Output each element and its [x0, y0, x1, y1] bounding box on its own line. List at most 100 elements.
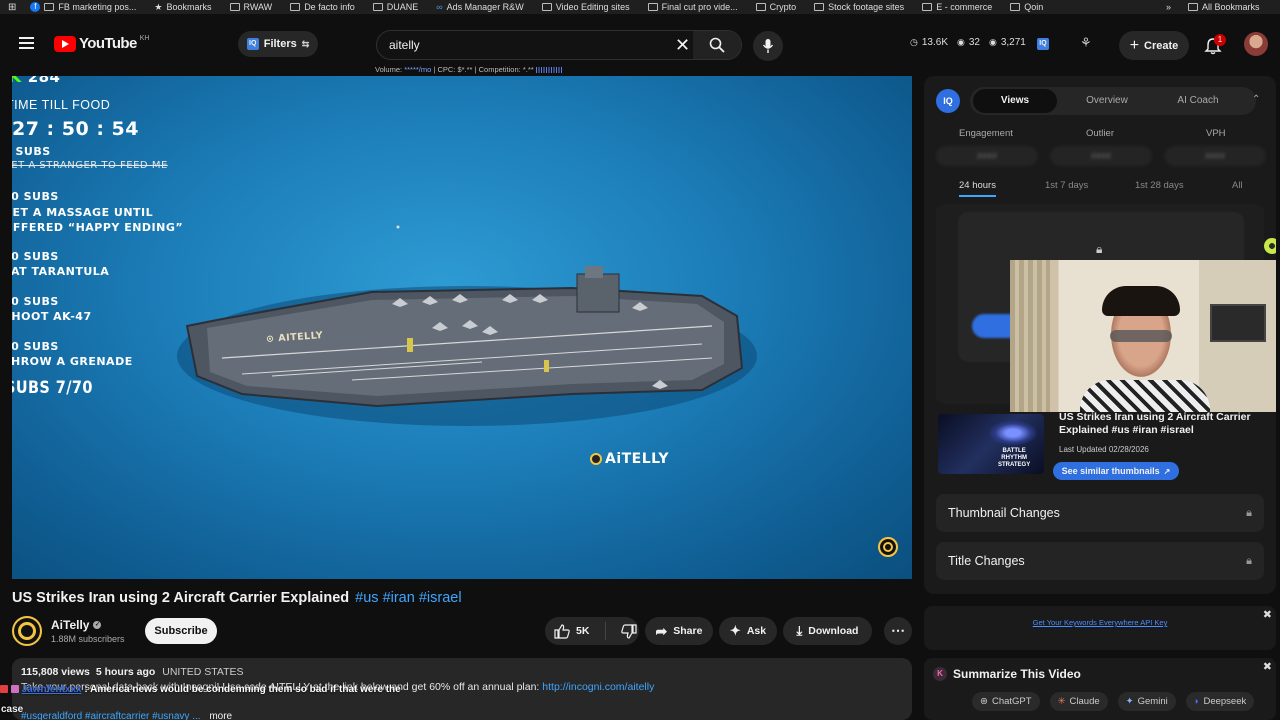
- bookmark-item[interactable]: Video Editing sites: [541, 2, 630, 12]
- subscribe-button[interactable]: Subscribe: [145, 618, 217, 644]
- iq-icon: IQ: [246, 38, 259, 50]
- channel-watermark-icon[interactable]: [878, 537, 898, 557]
- clear-search-icon[interactable]: ✕: [675, 35, 690, 56]
- like-button[interactable]: 5K: [554, 623, 589, 639]
- all-bookmarks[interactable]: All Bookmarks: [1188, 2, 1260, 12]
- view-info: 115,808 views 5 hours ago UNITED STATES: [21, 666, 244, 678]
- thumbnail-changes-row[interactable]: Thumbnail Changes 🔒︎: [936, 494, 1264, 532]
- download-button[interactable]: ⤓ Download: [783, 617, 872, 645]
- share-button[interactable]: ➦ Share: [645, 617, 713, 645]
- create-button[interactable]: + Create: [1119, 31, 1189, 60]
- bookmarks-bar: ⊞ f FB marketing pos... ★ Bookmarks RWAW D…: [0, 0, 1280, 14]
- stream-chat-message: Jawnfentxxx : America news would be cond…: [0, 684, 401, 695]
- tab-overview[interactable]: Overview: [1065, 89, 1149, 113]
- bookmark-item[interactable]: DUANE: [372, 2, 418, 12]
- filters-button[interactable]: IQ Filters ⇆: [238, 31, 318, 57]
- iq-extension-icon[interactable]: IQ: [1037, 38, 1049, 50]
- tab-ai-coach[interactable]: AI Coach: [1156, 89, 1240, 113]
- dislike-button[interactable]: [621, 623, 638, 639]
- like-dislike-group: 5K: [545, 617, 639, 645]
- extension-icon[interactable]: ⚘: [1080, 35, 1092, 51]
- metric-label: VPH: [1206, 128, 1226, 139]
- bookmark-item[interactable]: ★ Bookmarks: [154, 2, 211, 13]
- channel-avatar[interactable]: [12, 616, 42, 646]
- search-button[interactable]: [693, 31, 741, 59]
- claude-button[interactable]: ✳ Claude: [1049, 692, 1108, 711]
- range-all[interactable]: All: [1232, 180, 1243, 191]
- range-24-hours[interactable]: 24 hours: [959, 180, 996, 197]
- kick-follower-count: K 284: [12, 76, 61, 87]
- more-actions-button[interactable]: ⋯: [884, 617, 912, 645]
- metric-label: Engagement: [959, 128, 1013, 139]
- bookmark-item[interactable]: Crypto: [755, 2, 796, 12]
- title-changes-row[interactable]: Title Changes 🔒︎: [936, 542, 1264, 580]
- bookmark-item[interactable]: RWAW: [229, 2, 272, 12]
- bookmarks-more-button[interactable]: »: [1166, 2, 1171, 12]
- similar-thumbnails-button[interactable]: See similar thumbnails ↗: [1053, 462, 1179, 480]
- bookmark-item[interactable]: Stock footage sites: [814, 2, 904, 12]
- aircraft-carrier-image: [177, 225, 757, 426]
- goal-subs: 10 SUBS: [12, 190, 59, 203]
- chat-username: Jawnfentxxx: [21, 684, 82, 695]
- hashtag-links[interactable]: #us #iran #israel: [355, 590, 461, 606]
- goal-subs: 20 SUBS: [12, 295, 59, 308]
- folder-icon: [814, 3, 825, 11]
- panel-tabs: Views Overview AI Coach: [970, 87, 1256, 115]
- chatgpt-button[interactable]: ⊛ ChatGPT: [972, 692, 1040, 711]
- star-icon: ★: [154, 1, 163, 12]
- meta-icon: ∞: [436, 2, 443, 12]
- bookmark-item[interactable]: Final cut pro vide...: [647, 2, 738, 12]
- webcam-overlay: [1010, 260, 1276, 412]
- folder-icon: [755, 3, 766, 11]
- aitelly-logo-icon: [590, 453, 602, 465]
- summarize-panel: ✖ K Summarize This Video ⊛ ChatGPT ✳ Claud…: [924, 658, 1276, 720]
- collapse-chevron-icon[interactable]: ⌃: [1252, 94, 1260, 105]
- notifications-button[interactable]: 1: [1203, 34, 1226, 56]
- microphone-icon: [762, 39, 774, 53]
- gemini-button[interactable]: ✦ Gemini: [1117, 692, 1176, 711]
- seo-metrics: Volume: *****/mo | CPC: $*.** | Competit…: [375, 65, 562, 74]
- stream-chat-overflow: case: [1, 704, 24, 715]
- tab-views[interactable]: Views: [973, 89, 1057, 113]
- search-input[interactable]: [389, 38, 659, 52]
- thumb-text: BATTLE RHYTHM STRATEGY: [998, 448, 1031, 468]
- ask-button[interactable]: ✦ Ask: [719, 617, 777, 645]
- bookmark-item[interactable]: f FB marketing pos...: [30, 2, 136, 12]
- bookmark-item[interactable]: De facto info: [290, 2, 355, 12]
- video-player[interactable]: K 284 TIME TILL FOOD 27 : 50 : 54 5 SUBS…: [12, 76, 912, 579]
- apps-grid-icon[interactable]: ⊞: [8, 2, 16, 13]
- subs-progress: SUBS 7/70: [12, 378, 93, 398]
- aitelly-watermark: AiTELLY: [590, 451, 669, 467]
- more-horizontal-icon: ⋯: [891, 622, 905, 638]
- folder-icon: [44, 3, 55, 11]
- search-icon: [709, 37, 725, 53]
- chatgpt-icon: ⊛: [980, 696, 988, 707]
- trend-bars-icon: [535, 67, 562, 74]
- lock-icon: 🔒︎: [1246, 506, 1252, 519]
- video-title: US Strikes Iran using 2 Aircraft Carrier…: [12, 590, 462, 606]
- api-key-link[interactable]: Get Your Keywords Everywhere API Key: [924, 618, 1276, 627]
- range-28-days[interactable]: 1st 28 days: [1135, 180, 1184, 191]
- subscriber-count: 1.88M subscribers: [51, 634, 125, 644]
- deepseek-button[interactable]: ◗ Deepseek: [1185, 692, 1255, 711]
- close-icon[interactable]: ✖: [1263, 660, 1272, 673]
- range-7-days[interactable]: 1st 7 days: [1045, 180, 1088, 191]
- youtube-logo[interactable]: YouTube KH: [54, 35, 149, 52]
- menu-icon[interactable]: [19, 37, 34, 49]
- description-link[interactable]: http://incogni.com/aitelly: [542, 681, 654, 693]
- bookmark-item[interactable]: Qoin: [1010, 2, 1043, 12]
- goal-text: THROW A GRENADE: [12, 355, 133, 368]
- channel-name[interactable]: AiTelly ✓: [51, 618, 102, 632]
- bookmark-item[interactable]: ∞ Ads Manager R&W: [436, 2, 523, 12]
- voice-search-button[interactable]: [753, 31, 783, 61]
- folder-icon: [290, 3, 301, 11]
- avatar[interactable]: [1244, 32, 1268, 56]
- description-tags: #usgeraldford #aircraftcarrier #usnavy .…: [21, 711, 233, 720]
- external-link-icon: ↗: [1163, 466, 1171, 476]
- thumbnail-preview[interactable]: BATTLE RHYTHM STRATEGY: [938, 414, 1044, 474]
- summarize-logo-icon: K: [933, 667, 947, 681]
- bookmark-item[interactable]: E - commerce: [922, 2, 992, 12]
- thumbs-up-icon: [554, 623, 570, 639]
- eye-icon: ◉: [988, 37, 997, 47]
- vidiq-panel: IQ Views Overview AI Coach ⌃ Engagement …: [924, 76, 1276, 594]
